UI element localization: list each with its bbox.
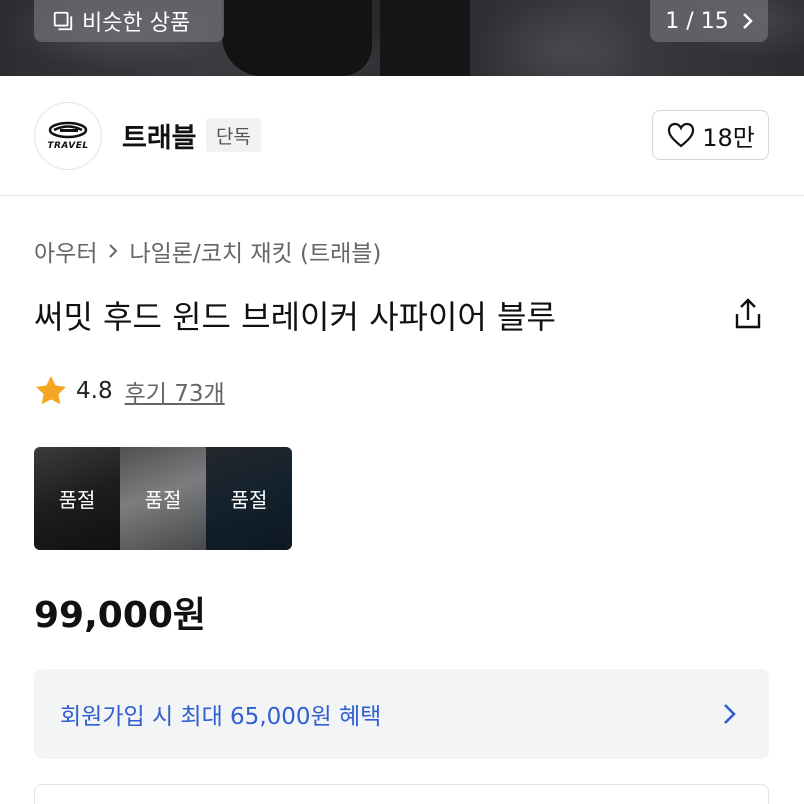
image-counter: 1 / 15: [665, 8, 729, 34]
exclusive-badge: 단독: [206, 118, 261, 152]
similar-items-button[interactable]: 비슷한 상품: [34, 0, 224, 42]
chevron-right-icon: [742, 13, 753, 29]
color-options: 품절 품절 품절: [34, 447, 292, 550]
model-figure: [222, 0, 372, 76]
breadcrumb: 아우터 나일론/코치 재킷 (트래블): [34, 234, 381, 268]
like-count: 18만: [702, 123, 755, 152]
chevron-right-icon: [109, 244, 118, 258]
brand-name[interactable]: 트래블: [122, 116, 197, 155]
star-icon: [36, 376, 66, 405]
like-button[interactable]: 18만: [652, 110, 769, 160]
share-icon[interactable]: [730, 296, 766, 332]
next-section-card: [34, 784, 769, 804]
similar-items-label: 비슷한 상품: [82, 11, 191, 36]
brand-row: TRAVEL 트래블 단독 18만: [0, 76, 804, 196]
model-figure-shadow: [380, 0, 470, 76]
product-price: 99,000원: [34, 595, 207, 636]
color-option-black[interactable]: 품절: [34, 447, 120, 550]
brand-logo[interactable]: TRAVEL: [34, 102, 102, 170]
breadcrumb-category[interactable]: 아우터: [34, 234, 97, 268]
sold-out-label: 품절: [230, 488, 268, 512]
color-option-blue[interactable]: 품절: [206, 447, 292, 550]
similar-items-icon: [53, 11, 73, 31]
signup-benefit-text: 회원가입 시 최대 65,000원 혜택: [60, 704, 382, 730]
product-title: 써밋 후드 윈드 브레이커 사파이어 블루: [34, 298, 556, 336]
chevron-right-icon: [724, 704, 736, 724]
rating-summary: 4.8 후기 73개: [34, 374, 225, 408]
travel-logo-icon: [48, 121, 88, 139]
breadcrumb-subcategory[interactable]: 나일론/코치 재킷 (트래블): [129, 234, 381, 268]
brand-logo-text: TRAVEL: [47, 141, 89, 151]
review-count-link[interactable]: 후기 73개: [125, 374, 225, 408]
sold-out-label: 품절: [58, 488, 96, 512]
signup-benefit-banner[interactable]: 회원가입 시 최대 65,000원 혜택: [34, 669, 769, 759]
product-image-carousel[interactable]: 비슷한 상품 1 / 15: [0, 0, 804, 76]
heart-icon: [668, 122, 695, 148]
color-option-gray[interactable]: 품절: [120, 447, 206, 550]
image-counter-button[interactable]: 1 / 15: [650, 0, 768, 42]
sold-out-label: 품절: [144, 488, 182, 512]
rating-value: 4.8: [76, 378, 113, 404]
